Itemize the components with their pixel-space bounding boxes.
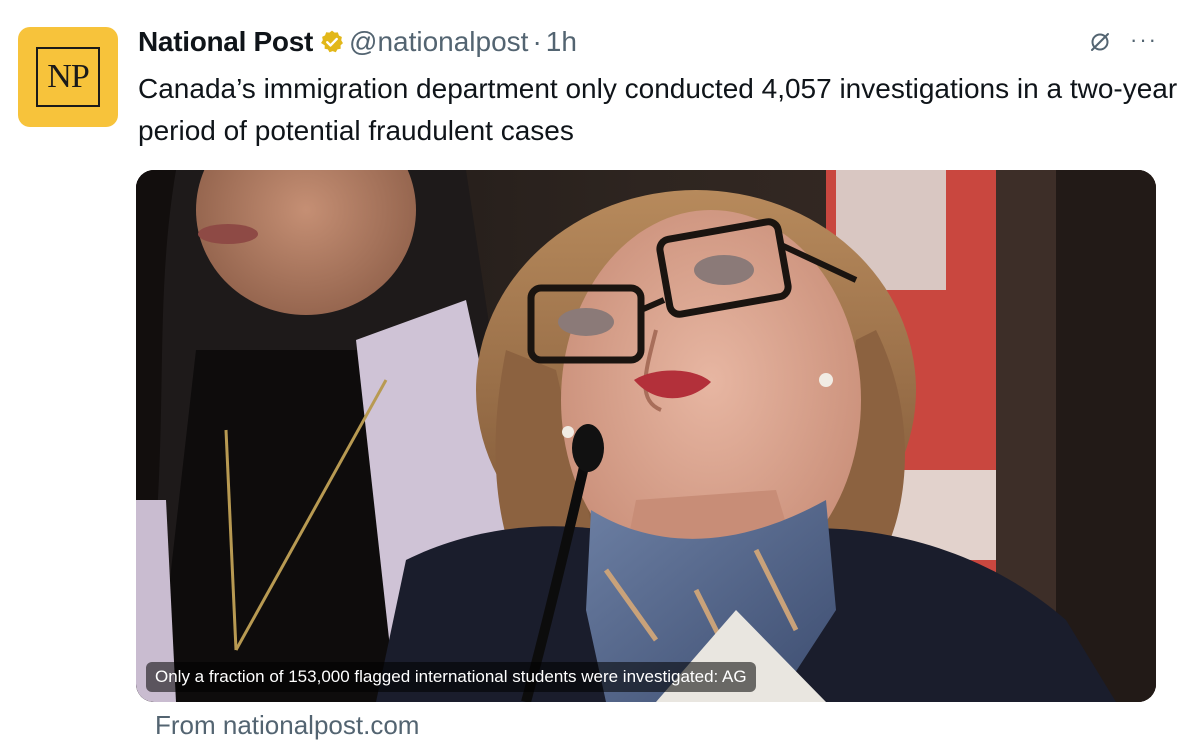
tweet-actions: ··· [1088, 28, 1158, 59]
more-options-icon[interactable]: ··· [1130, 28, 1158, 51]
verified-badge-icon[interactable] [319, 29, 345, 55]
tweet-text: Canada’s immigration department only con… [138, 73, 1178, 146]
card-photo [136, 170, 1156, 702]
card-caption: Only a fraction of 153,000 flagged inter… [146, 662, 756, 692]
grok-icon[interactable] [1088, 30, 1112, 59]
tweet-header: National Post @nationalpost · 1h [138, 22, 577, 62]
avatar-logo: NP [36, 47, 100, 107]
author-handle[interactable]: @nationalpost [349, 26, 528, 58]
avatar[interactable]: NP [18, 27, 118, 127]
link-card[interactable]: Only a fraction of 153,000 flagged inter… [136, 170, 1156, 702]
separator-dot: · [532, 26, 542, 57]
author-name[interactable]: National Post [138, 26, 313, 58]
timestamp[interactable]: 1h [546, 26, 577, 58]
card-source-link[interactable]: From nationalpost.com [155, 710, 419, 741]
